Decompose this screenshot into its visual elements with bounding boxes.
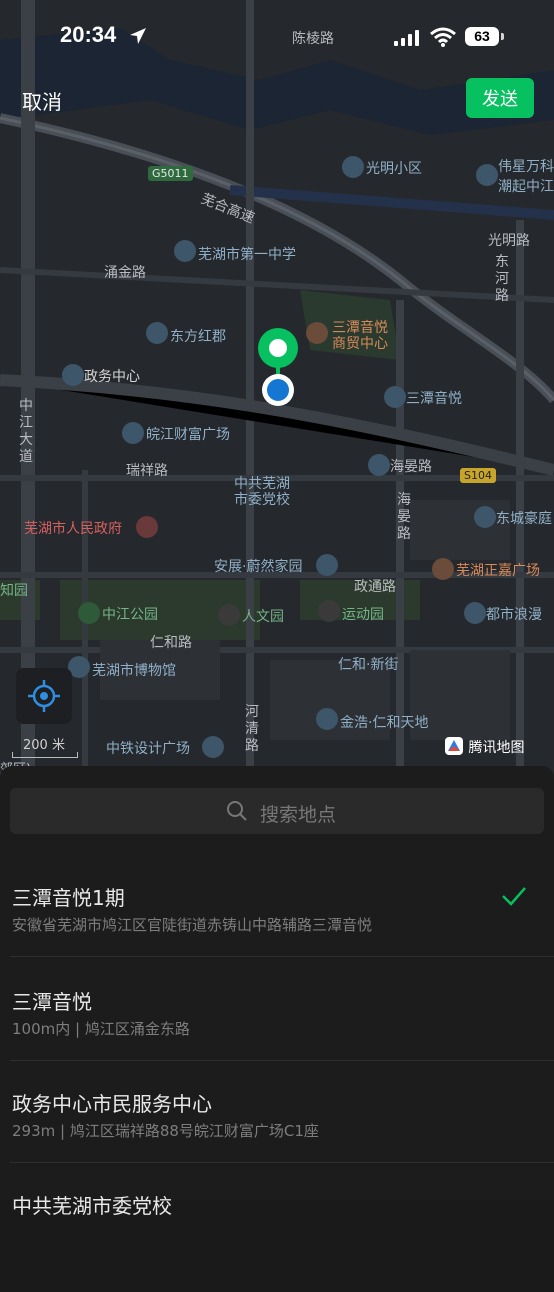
- poi-zhiyuan[interactable]: 知园: [0, 580, 28, 600]
- road-zhongjiang-label: 中江大道: [19, 398, 33, 465]
- poi-weixing[interactable]: 伟星万科: [498, 156, 554, 176]
- park-gate-icon: [218, 604, 240, 626]
- status-time: 20:34: [60, 22, 117, 47]
- road-zhengtong-label: 政通路: [354, 579, 396, 595]
- residential-icon: [316, 554, 338, 576]
- residential-icon: [146, 322, 168, 344]
- poi-chaoqi[interactable]: 潮起中江: [498, 176, 554, 196]
- poi-museum[interactable]: 芜湖市博物馆: [92, 660, 176, 680]
- cancel-button[interactable]: 取消: [22, 86, 62, 115]
- selected-location-pin[interactable]: [250, 326, 306, 416]
- poi-guangming-xq[interactable]: 光明小区: [366, 158, 422, 178]
- poi-wanjiang[interactable]: 皖江财富广场: [146, 424, 230, 444]
- poi-zhengwu[interactable]: 政务中心: [84, 366, 140, 386]
- office-icon: [122, 422, 144, 444]
- divider: [10, 956, 554, 957]
- government-star-icon: [136, 516, 158, 538]
- poi-renwen[interactable]: 人文园: [242, 606, 284, 626]
- map-scale-label: 200 米: [23, 738, 65, 753]
- result-title: 三潭音悦1期: [12, 886, 125, 910]
- park-gate-icon: [318, 600, 340, 622]
- map-scale-bar: [12, 752, 78, 758]
- search-icon: [227, 801, 247, 821]
- battery-nub: [501, 33, 504, 40]
- residential-icon: [384, 386, 406, 408]
- status-bar: 20:34 63: [0, 0, 554, 74]
- result-title: 中共芜湖市委党校: [12, 1194, 172, 1218]
- checkmark-icon: [502, 887, 526, 906]
- location-arrow-icon: [130, 28, 146, 44]
- road-haiyan-label: 海晏路: [390, 459, 432, 475]
- result-subtitle: 293m | 鸠江区瑞祥路88号皖江财富广场C1座: [12, 1122, 319, 1140]
- road-heqing-label: 河清路: [245, 704, 259, 754]
- location-results-sheet: 搜索地点 三潭音悦1期 安徽省芜湖市鸠江区官陡街道赤铸山中路辅路三潭音悦 三潭音…: [0, 766, 554, 1218]
- park-icon: [78, 602, 100, 624]
- poi-gov[interactable]: 芜湖市人民政府: [24, 518, 122, 538]
- map-view[interactable]: 陈棱路 芜合高速 光明路 东河路 涌金路 中江大道 瑞祥路 海晏路 海晏路 政通…: [0, 0, 554, 800]
- road-donghe-label: 东河路: [495, 254, 509, 304]
- result-subtitle: 安徽省芜湖市鸠江区官陡街道赤铸山中路辅路三潭音悦: [12, 916, 373, 934]
- road-ruixiang-label: 瑞祥路: [126, 463, 168, 479]
- result-item-1[interactable]: 三潭音悦1期 安徽省芜湖市鸠江区官陡街道赤铸山中路辅路三潭音悦: [0, 882, 554, 984]
- send-button[interactable]: 发送: [466, 78, 534, 118]
- poi-zhongtie[interactable]: 中铁设计广场: [106, 738, 190, 758]
- result-item-2[interactable]: 三潭音悦 100m内 | 鸠江区涌金东路: [0, 986, 554, 1088]
- tencent-map-logo-icon: [445, 737, 463, 755]
- locate-me-button[interactable]: [16, 668, 72, 724]
- government-icon: [62, 364, 84, 386]
- poi-dongfanghong[interactable]: 东方红郡: [170, 326, 226, 346]
- poi-yundong[interactable]: 运动园: [342, 604, 384, 624]
- shopping-icon: [432, 558, 454, 580]
- map-brand: 腾讯地图: [444, 736, 524, 757]
- residential-icon: [476, 164, 498, 186]
- poi-zhengjia[interactable]: 芜湖正嘉广场: [456, 560, 540, 580]
- cellular-signal-icon: [394, 30, 419, 46]
- result-item-3[interactable]: 政务中心市民服务中心 293m | 鸠江区瑞祥路88号皖江财富广场C1座: [0, 1088, 554, 1190]
- shopping-icon: [306, 322, 328, 344]
- school-icon: [174, 240, 196, 262]
- battery-indicator: 63: [465, 27, 499, 46]
- residential-icon: [316, 708, 338, 730]
- result-title: 政务中心市民服务中心: [12, 1092, 212, 1116]
- poi-no1-school[interactable]: 芜湖市第一中学: [198, 244, 296, 264]
- map-brand-label: 腾讯地图: [468, 740, 525, 756]
- highway-shield-g5011: G5011: [148, 166, 193, 181]
- residential-icon: [368, 454, 390, 476]
- residential-icon: [342, 156, 364, 178]
- divider: [10, 1162, 554, 1163]
- search-input[interactable]: 搜索地点: [10, 788, 544, 834]
- crosshair-icon: [28, 680, 60, 712]
- poi-jinhao[interactable]: 金浩·仁和天地: [340, 712, 428, 732]
- search-placeholder: 搜索地点: [260, 804, 337, 826]
- poi-renhe-st[interactable]: 仁和·新街: [338, 654, 398, 674]
- wifi-icon: [430, 27, 456, 47]
- road-renhe-label: 仁和路: [150, 635, 192, 651]
- residential-icon: [464, 602, 486, 624]
- poi-santan-mall[interactable]: 三潭音悦 商贸中心: [332, 320, 388, 352]
- result-item-4[interactable]: 中共芜湖市委党校: [0, 1190, 554, 1292]
- poi-santan[interactable]: 三潭音悦: [406, 388, 462, 408]
- road-guangming-label: 光明路: [488, 233, 530, 249]
- highway-shield-s104: S104: [460, 468, 496, 483]
- poi-anzhan[interactable]: 安展·蔚然家园: [214, 556, 302, 576]
- result-subtitle: 100m内 | 鸠江区涌金东路: [12, 1020, 190, 1038]
- poi-zhongjiang-park[interactable]: 中江公园: [102, 604, 158, 624]
- poi-dongcheng[interactable]: 东城豪庭: [496, 508, 552, 528]
- poi-dushi[interactable]: 都市浪漫: [486, 604, 542, 624]
- divider: [10, 1060, 554, 1061]
- result-title: 三潭音悦: [12, 990, 92, 1014]
- residential-icon: [474, 506, 496, 528]
- road-haiyan-vertical-label: 海晏路: [397, 492, 411, 542]
- poi-party-school[interactable]: 中共芜湖 市委党校: [234, 476, 290, 508]
- road-yongjin-label: 涌金路: [104, 265, 146, 281]
- office-icon: [202, 736, 224, 758]
